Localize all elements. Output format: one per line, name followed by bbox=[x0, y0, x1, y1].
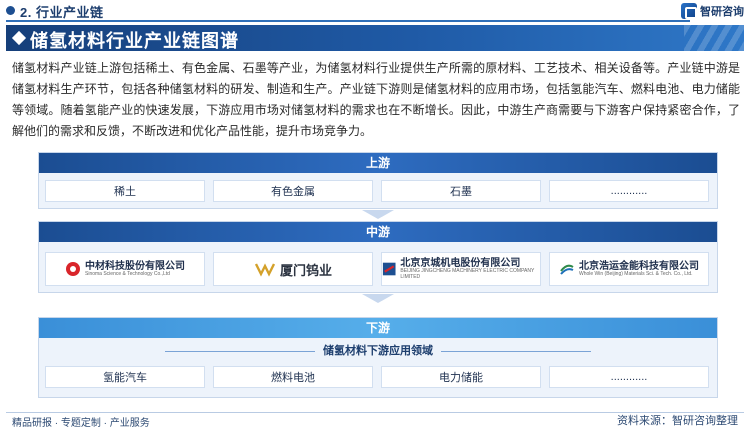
company-name: 厦门钨业 bbox=[279, 262, 332, 278]
diamond-icon bbox=[11, 30, 27, 46]
company-name-en: Sinoma Science & Technology Co.,Ltd bbox=[85, 270, 170, 277]
upstream-item: 有色金属 bbox=[213, 180, 373, 202]
downstream-item: ............ bbox=[549, 366, 709, 388]
company-card: 北京浩运金能科技有限公司 Whole Win (Beijing) Materia… bbox=[549, 252, 709, 286]
flow-arrow-icon bbox=[362, 210, 394, 219]
xiamen-tungsten-logo-icon bbox=[254, 263, 276, 277]
downstream-item: 氢能汽车 bbox=[45, 366, 205, 388]
sinoma-logo-icon bbox=[66, 262, 80, 276]
jingcheng-logo-icon bbox=[382, 262, 396, 276]
downstream-subtitle-text: 储氢材料下游应用领域 bbox=[323, 345, 433, 357]
page-title: 储氢材料行业产业链图谱 bbox=[30, 31, 239, 51]
banner-decoration bbox=[684, 25, 744, 51]
upstream-item: 石墨 bbox=[381, 180, 541, 202]
upstream-header: 上游 bbox=[39, 153, 717, 173]
downstream-item: 电力储能 bbox=[381, 366, 541, 388]
section-dot-icon bbox=[6, 6, 15, 15]
intro-paragraph: 储氢材料产业链上游包括稀土、有色金属、石墨等产业，为储氢材料行业提供生产所需的原… bbox=[12, 61, 740, 138]
upstream-item: ............ bbox=[549, 180, 709, 202]
footer-services: 精品研报 · 专题定制 · 产业服务 bbox=[12, 418, 150, 428]
section-title: 2. 行业产业链 bbox=[20, 5, 104, 20]
subtitle-divider bbox=[441, 350, 591, 352]
downstream-panel: 下游 储氢材料下游应用领域 氢能汽车 燃料电池 电力储能 ...........… bbox=[38, 317, 718, 398]
midstream-header: 中游 bbox=[39, 222, 717, 242]
brand[interactable]: 智研咨询 bbox=[681, 1, 744, 21]
company-name-en: Whole Win (Beijing) Materials Sci. & Tec… bbox=[579, 270, 693, 277]
source-note: 资料来源：智研咨询整理 bbox=[617, 415, 738, 427]
midstream-panel: 中游 中材科技股份有限公司 Sinoma Science & Technolog… bbox=[38, 221, 718, 293]
title-banner: 储氢材料行业产业链图谱 bbox=[6, 25, 744, 51]
whole-win-logo-icon bbox=[560, 264, 574, 275]
brand-logo-icon bbox=[681, 3, 697, 19]
company-name-en: BEIJING JINGCHENG MACHINERY ELECTRIC COM… bbox=[400, 268, 535, 280]
section-header: 2. 行业产业链 智研咨询 bbox=[0, 0, 750, 22]
footer: 精品研报 · 专题定制 · 产业服务 资料来源：智研咨询整理 bbox=[0, 412, 750, 428]
header-divider bbox=[6, 20, 690, 22]
upstream-items: 稀土 有色金属 石墨 ............ bbox=[45, 180, 709, 202]
downstream-header: 下游 bbox=[39, 318, 717, 338]
downstream-items: 氢能汽车 燃料电池 电力储能 ............ bbox=[45, 366, 709, 388]
company-card: 中材科技股份有限公司 Sinoma Science & Technology C… bbox=[45, 252, 205, 286]
subtitle-divider bbox=[165, 350, 315, 352]
brand-name: 智研咨询 bbox=[700, 6, 744, 18]
downstream-subtitle: 储氢材料下游应用领域 bbox=[39, 342, 717, 358]
company-card: 北京京城机电股份有限公司 BEIJING JINGCHENG MACHINERY… bbox=[381, 252, 541, 286]
midstream-companies: 中材科技股份有限公司 Sinoma Science & Technology C… bbox=[45, 252, 709, 286]
upstream-panel: 上游 稀土 有色金属 石墨 ............ bbox=[38, 152, 718, 209]
upstream-item: 稀土 bbox=[45, 180, 205, 202]
company-card: 厦门钨业 bbox=[213, 252, 373, 286]
flow-arrow-icon bbox=[362, 294, 394, 303]
downstream-item: 燃料电池 bbox=[213, 366, 373, 388]
